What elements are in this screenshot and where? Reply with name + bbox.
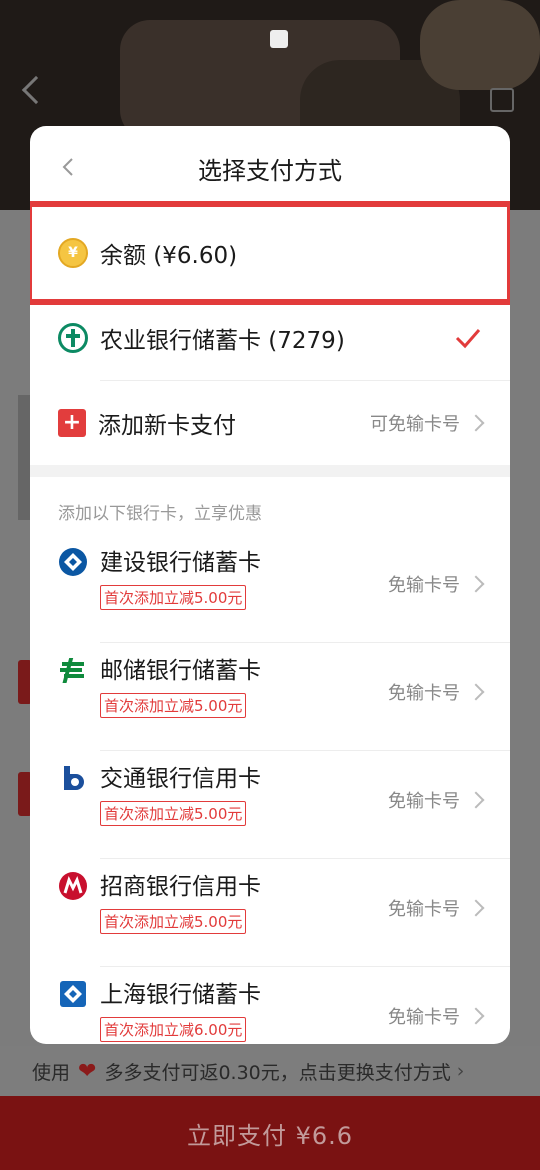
bank-name: 建设银行储蓄卡: [100, 550, 261, 576]
chevron-right-icon: [467, 1007, 485, 1025]
back-arrow-icon[interactable]: [58, 156, 80, 178]
psbc-icon: [58, 655, 88, 685]
add-card-option[interactable]: + 添加新卡支付 可免输卡号: [30, 381, 510, 465]
payment-method-modal: 选择支付方式 ¥ 余额 (¥6.60) 农业银行储蓄卡 (7279) + 添加新…: [30, 126, 510, 1044]
bank-name: 上海银行储蓄卡: [100, 982, 261, 1008]
bocom-icon: [58, 763, 88, 793]
ccb-icon: [58, 547, 88, 577]
cmb-icon: [58, 871, 88, 901]
promo-badge: 首次添加立减6.00元: [100, 1017, 247, 1042]
bank-hint-text: 免输卡号: [388, 1007, 460, 1028]
bank-name: 交通银行信用卡: [100, 766, 261, 792]
hint-text: 多多支付可返0.30元，点击更换支付方式: [104, 1061, 451, 1084]
bank-name: 邮储银行储蓄卡: [100, 658, 261, 684]
bank-hint-text: 免输卡号: [388, 791, 460, 812]
abc-bank-icon: [58, 323, 88, 353]
bank-hint: 免输卡号: [388, 895, 485, 921]
promo-badge: 首次添加立减5.00元: [100, 801, 247, 826]
abc-card-option[interactable]: 农业银行储蓄卡 (7279): [30, 296, 510, 380]
balance-label: 余额 (¥6.60): [100, 243, 238, 269]
modal-title: 选择支付方式: [198, 156, 342, 185]
promo-badge: 首次添加立减5.00元: [100, 693, 247, 718]
bank-option-bocom[interactable]: 交通银行信用卡 首次添加立减5.00元 免输卡号: [30, 751, 510, 858]
bank-hint-text: 免输卡号: [388, 899, 460, 920]
abc-card-label: 农业银行储蓄卡 (7279): [100, 328, 345, 354]
section-title: 添加以下银行卡，立享优惠: [58, 504, 262, 524]
bank-hint: 免输卡号: [388, 679, 485, 705]
bank-option-psbc[interactable]: 邮储银行储蓄卡 首次添加立减5.00元 免输卡号: [30, 643, 510, 750]
back-icon[interactable]: [21, 75, 51, 105]
bank-hint: 免输卡号: [388, 1003, 485, 1029]
bank-hint: 免输卡号: [388, 787, 485, 813]
hint-prefix: 使用: [32, 1061, 71, 1084]
pay-now-button[interactable]: 立即支付 ¥6.6: [0, 1096, 540, 1170]
payment-hint-bar[interactable]: 使用 ❤ 多多支付可返0.30元，点击更换支付方式 ›: [0, 1046, 540, 1096]
heart-icon: ❤: [78, 1058, 97, 1084]
chevron-right-icon: [467, 683, 485, 701]
chevron-right-icon: ›: [456, 1060, 465, 1082]
balance-option[interactable]: ¥ 余额 (¥6.60): [30, 210, 510, 296]
promo-badge: 首次添加立减5.00元: [100, 909, 247, 934]
bank-hint: 免输卡号: [388, 571, 485, 597]
add-card-hint-text: 可免输卡号: [370, 414, 460, 435]
bank-name: 招商银行信用卡: [100, 874, 261, 900]
bank-option-bosc[interactable]: 上海银行储蓄卡 首次添加立减6.00元 免输卡号: [30, 967, 510, 1044]
bosc-icon: [58, 979, 88, 1009]
status-icon: [270, 30, 288, 48]
chevron-right-icon: [467, 575, 485, 593]
bank-option-cmb[interactable]: 招商银行信用卡 首次添加立减5.00元 免输卡号: [30, 859, 510, 966]
chevron-right-icon: [467, 791, 485, 809]
coin-icon: ¥: [58, 238, 88, 268]
bank-hint-text: 免输卡号: [388, 575, 460, 596]
chevron-right-icon: [467, 414, 485, 432]
add-card-label: 添加新卡支付: [98, 413, 236, 439]
section-gap: [30, 465, 510, 477]
add-card-hint: 可免输卡号: [370, 410, 485, 436]
modal-header: 选择支付方式: [30, 126, 510, 210]
bank-option-ccb[interactable]: 建设银行储蓄卡 首次添加立减5.00元 免输卡号: [30, 535, 510, 642]
share-icon[interactable]: [490, 88, 514, 112]
check-icon: [454, 326, 482, 350]
chevron-right-icon: [467, 899, 485, 917]
plus-icon: +: [58, 409, 86, 437]
promo-badge: 首次添加立减5.00元: [100, 585, 247, 610]
bank-hint-text: 免输卡号: [388, 683, 460, 704]
